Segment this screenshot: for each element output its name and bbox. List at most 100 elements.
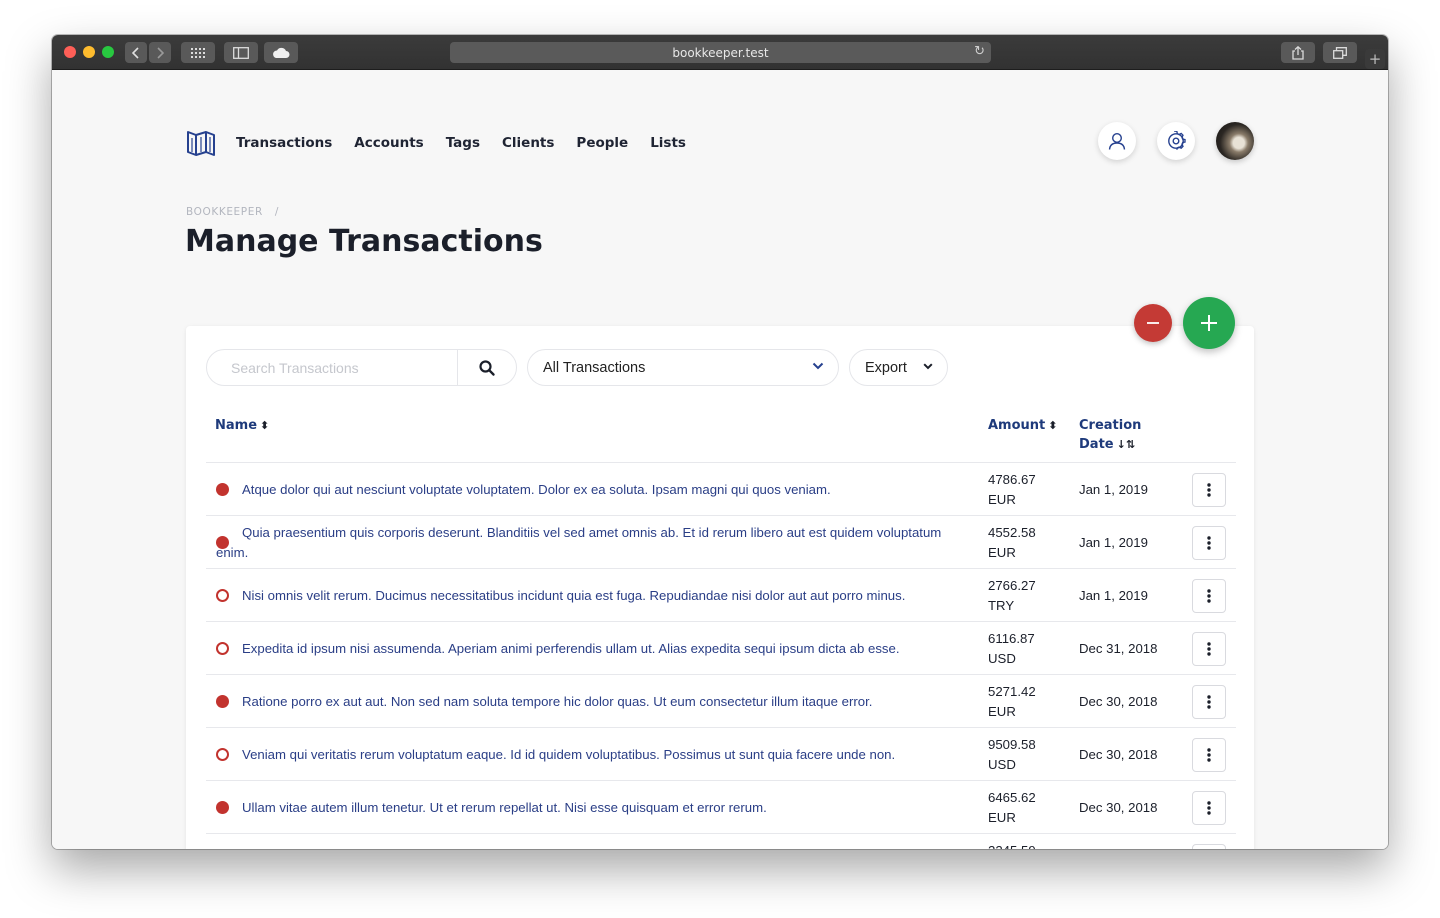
transaction-date: Dec 30, 2018 [1079,800,1158,815]
column-header-name[interactable]: Name ⬍ [215,416,269,435]
amount-currency: EUR [988,810,1016,825]
transaction-amount: 2766.27 TRY [988,576,1036,616]
plus-icon: + [1368,50,1382,68]
transaction-name-link[interactable]: Expedita id ipsum nisi assumenda. Aperia… [216,639,956,659]
search-icon[interactable] [478,359,496,377]
transaction-date: Jan 1, 2019 [1079,535,1148,550]
transaction-name-link[interactable]: Ratione porro ex aut aut. Non sed nam so… [216,692,956,712]
transaction-amount: 2245.59TRY [988,841,1036,849]
settings-button[interactable] [1157,122,1195,160]
more-vertical-icon [1207,483,1211,497]
delete-selected-button[interactable] [1134,304,1172,342]
amount-currency: EUR [988,704,1016,719]
avatar[interactable] [1216,122,1254,160]
row-actions-button[interactable] [1192,844,1226,849]
amount-value: 6465.62 [988,790,1036,805]
amount-value: 2245.59 [988,843,1036,849]
amount-value: 4552.58 [988,525,1036,540]
table-row[interactable]: Veniam qui veritatis rerum voluptatum ea… [206,727,1236,780]
search-divider [457,350,458,385]
transaction-date: Jan 1, 2019 [1079,588,1148,603]
table-row[interactable]: Atque dolor qui aut nesciunt voluptate v… [206,462,1236,515]
search-input[interactable] [207,350,457,385]
column-header-date-line2: Date [1079,437,1114,452]
amount-value: 9509.58 [988,737,1036,752]
nav-tags[interactable]: Tags [446,135,480,151]
new-tab-button[interactable]: + [1365,49,1385,69]
row-actions-button[interactable] [1192,791,1226,825]
sidebar-toggle-button[interactable] [224,42,258,63]
profile-button[interactable] [1098,122,1136,160]
amount-value: 6116.87 [988,631,1035,646]
sort-icon: ⬍ [1048,419,1058,432]
back-button[interactable] [125,42,147,63]
row-actions-button[interactable] [1192,579,1226,613]
table-row[interactable]: Expedita id ipsum nisi assumenda. Aperia… [206,621,1236,674]
chevron-right-icon [157,46,164,59]
transaction-name-link[interactable]: Quia praesentium quis corporis deserunt.… [216,523,956,563]
transaction-amount: 9509.58 USD [988,735,1036,775]
nav-clients[interactable]: Clients [502,135,554,151]
browser-window: bookkeeper.test ↻ + Transactions Account… [52,35,1388,849]
nav-people[interactable]: People [576,135,628,151]
row-actions-button[interactable] [1192,526,1226,560]
add-transaction-button[interactable] [1183,297,1235,349]
nav-lists[interactable]: Lists [650,135,686,151]
more-vertical-icon [1207,695,1211,709]
chevron-left-icon [132,46,139,59]
tabs-overview-button[interactable] [1323,42,1357,63]
table-row[interactable]: Vel praesentium nemo beatae non numquam … [206,833,1236,849]
amount-currency: EUR [988,492,1016,507]
row-actions-button[interactable] [1192,738,1226,772]
more-vertical-icon [1207,589,1211,603]
zoom-window-button[interactable] [102,46,114,58]
plus-icon [1201,315,1217,331]
nav-transactions[interactable]: Transactions [236,135,332,151]
export-dropdown-button[interactable]: Export [849,349,948,386]
transaction-name-link[interactable]: Ullam vitae autem illum tenetur. Ut et r… [216,798,956,818]
address-bar[interactable]: bookkeeper.test ↻ [450,42,991,63]
chevron-down-icon [812,362,824,370]
row-actions-button[interactable] [1192,685,1226,719]
transaction-name-link[interactable]: Atque dolor qui aut nesciunt voluptate v… [216,480,956,500]
nav-accounts[interactable]: Accounts [354,135,423,151]
transaction-name-link[interactable]: Veniam qui veritatis rerum voluptatum ea… [216,745,956,765]
transaction-date: Dec 30, 2018 [1079,747,1158,762]
page-content: Transactions Accounts Tags Clients Peopl… [52,70,1388,849]
transactions-card: All Transactions Export Name⬍ Amount⬍ Cr… [186,326,1254,849]
column-header-creation-date[interactable]: Creation Date ↓⇅ [1079,416,1141,454]
column-header-name-label: Name [215,418,258,433]
reload-icon[interactable]: ↻ [974,44,985,59]
close-window-button[interactable] [64,46,76,58]
more-vertical-icon [1207,536,1211,550]
table-row[interactable]: Nisi omnis velit rerum. Ducimus necessit… [206,568,1236,621]
forward-button[interactable] [149,42,171,63]
user-icon [1108,132,1126,150]
more-vertical-icon [1207,801,1211,815]
tabs-icon [1333,46,1347,59]
more-vertical-icon [1207,642,1211,656]
grid-view-button[interactable] [181,42,215,63]
breadcrumb-root[interactable]: BOOKKEEPER [186,206,263,218]
table-row[interactable]: Ratione porro ex aut aut. Non sed nam so… [206,674,1236,727]
amount-value: 5271.42 [988,684,1036,699]
logo-map-icon[interactable] [186,128,216,158]
transaction-name-link[interactable]: Nisi omnis velit rerum. Ducimus necessit… [216,586,956,606]
column-header-amount[interactable]: Amount ⬍ [988,416,1057,435]
filter-selected-value: All Transactions [543,359,646,376]
transaction-amount: 6465.62 EUR [988,788,1036,828]
table-row[interactable]: Quia praesentium quis corporis deserunt.… [206,515,1236,568]
minimize-window-button[interactable] [83,46,95,58]
share-button[interactable] [1281,42,1315,63]
amount-currency: USD [988,651,1016,666]
address-bar-url: bookkeeper.test [672,45,769,60]
table-row[interactable]: Ullam vitae autem illum tenetur. Ut et r… [206,780,1236,833]
row-actions-button[interactable] [1192,632,1226,666]
cloud-icon [273,47,290,58]
transaction-date: Jan 1, 2019 [1079,482,1148,497]
main-nav: Transactions Accounts Tags Clients Peopl… [186,125,708,161]
row-actions-button[interactable] [1192,473,1226,507]
transaction-filter-select[interactable]: All Transactions [527,349,839,386]
browser-titlebar: bookkeeper.test ↻ + [52,35,1388,70]
icloud-tabs-button[interactable] [264,42,298,63]
